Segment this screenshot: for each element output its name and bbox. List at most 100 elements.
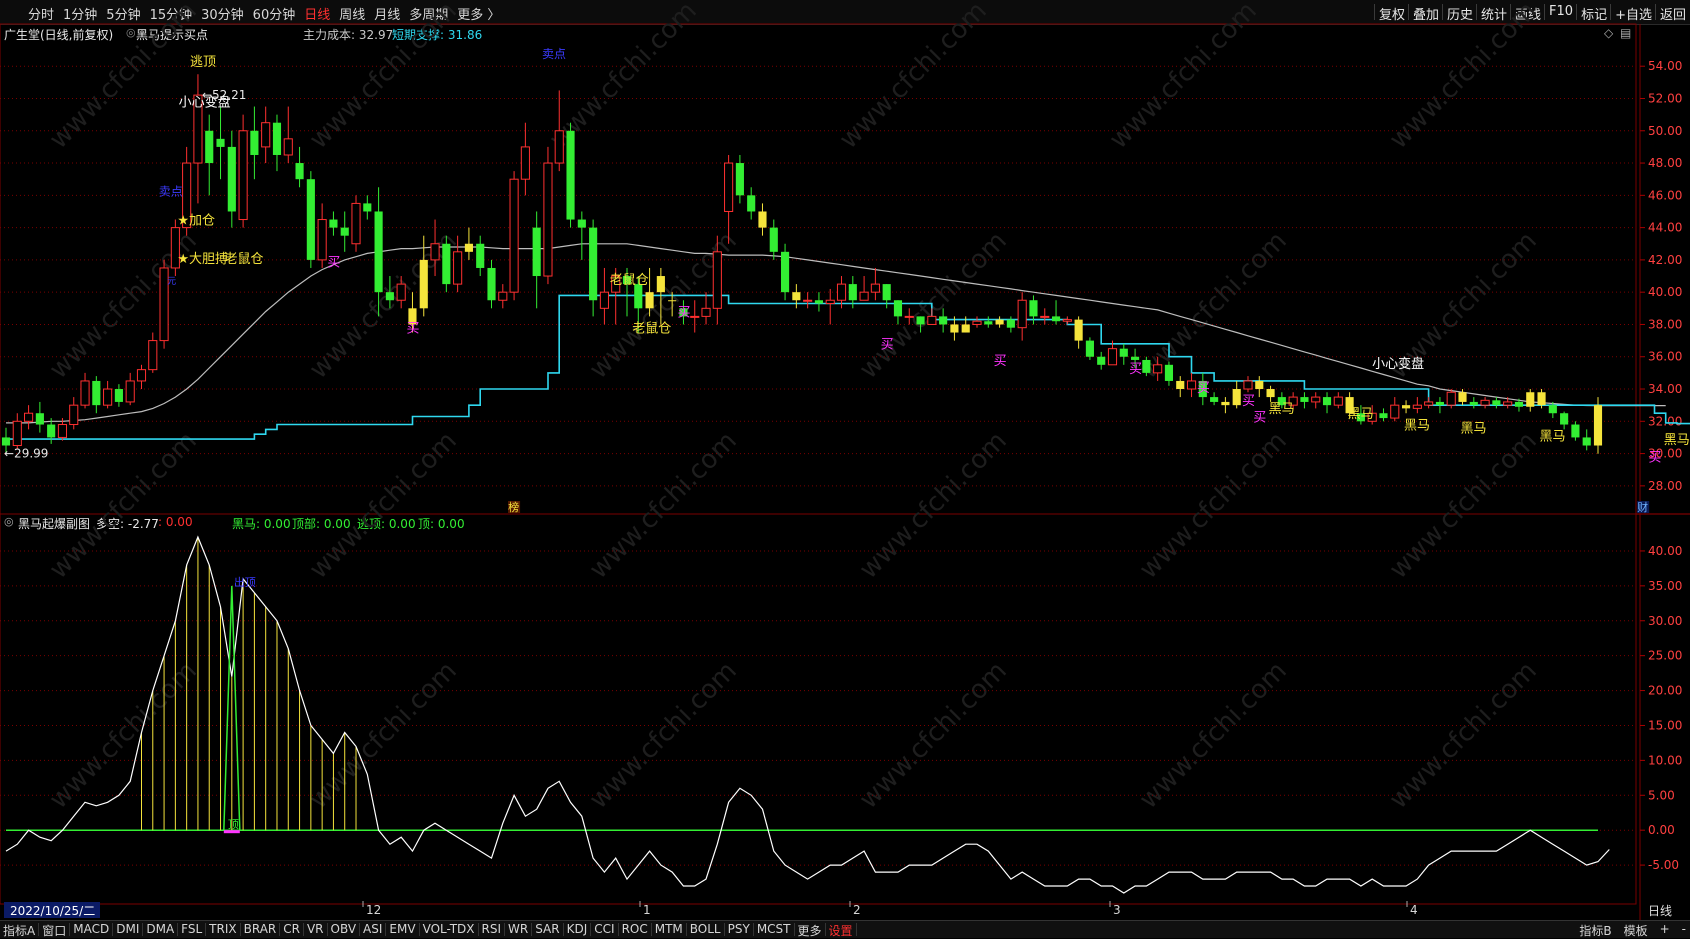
candle-body (419, 259, 428, 309)
tab-separator (279, 923, 281, 936)
tab-separator (239, 923, 241, 936)
indicator-tab-15[interactable]: WR (508, 922, 528, 936)
candle-body (1300, 397, 1309, 402)
indicator-tab-5[interactable]: FSL (181, 922, 202, 936)
candle-body (1311, 396, 1321, 403)
candle-body (1006, 319, 1015, 328)
indicator-tab-8[interactable]: CR (283, 922, 300, 936)
candle-body (1107, 348, 1118, 366)
indicator-tab-20[interactable]: MTM (655, 922, 683, 936)
annotation-heima-2: 黑马 (1404, 418, 1430, 433)
price-low-marker: ←29.99 (4, 447, 48, 461)
indicator-tab-18[interactable]: CCI (594, 922, 614, 936)
candle-body (24, 412, 34, 422)
candle-body (554, 130, 564, 164)
candle-body (814, 300, 824, 304)
indicator-tab-1[interactable]: 窗口 (42, 922, 66, 939)
price-tick-label: 50.00 (1648, 124, 1682, 138)
indicator-tab-12[interactable]: EMV (389, 922, 415, 936)
indicator-tab-24[interactable]: 更多 (798, 922, 822, 939)
indicator-tab-4[interactable]: DMA (146, 922, 174, 936)
candle-body (984, 321, 993, 325)
candle-body (599, 291, 609, 309)
annotation-xiaoxin-2: 小心变盘 (1372, 356, 1424, 372)
watermark: www.cfchi.com (834, 0, 993, 155)
annotation-laoshu-3: 老鼠仓 (632, 322, 671, 337)
candle-body (972, 320, 982, 325)
tab-separator (112, 923, 114, 936)
indicator-tick-label: -5.00 (1648, 858, 1679, 872)
candle-body (859, 291, 869, 301)
month-label: 3 (1113, 903, 1121, 917)
stock-chart[interactable]: www.cfchi.com www.cfchi.com www.cfchi.com w… (0, 0, 1690, 937)
candle-body (205, 130, 214, 164)
candle-body (1526, 392, 1535, 407)
bottom-right-button-1[interactable]: + (1660, 922, 1670, 936)
bottom-right-button-2[interactable]: 模板 (1624, 922, 1648, 939)
sub-annotation-chuding: 出顶 (234, 575, 256, 589)
tab-separator (824, 923, 826, 936)
indicator-tick-label: 30.00 (1648, 614, 1682, 628)
watermark: www.cfchi.com (584, 656, 743, 815)
candle-body (1074, 319, 1083, 341)
watermark: www.cfchi.com (854, 656, 1013, 815)
watermark: www.cfchi.com (44, 426, 203, 585)
indicator-tab-16[interactable]: SAR (535, 922, 559, 936)
tab-separator (855, 923, 857, 936)
candle-body (329, 219, 338, 228)
candle-body (1164, 364, 1174, 381)
annotation-taoding: 逃顶 (190, 55, 216, 70)
candle-body (1333, 396, 1343, 406)
tab-separator (385, 923, 387, 936)
candle-body (927, 315, 937, 325)
candle-body (589, 227, 598, 301)
price-tick-label: 54.00 (1648, 59, 1682, 73)
candle-body (566, 130, 575, 220)
candle-body (532, 227, 541, 277)
indicator-tab-22[interactable]: PSY (728, 922, 750, 936)
candle-body (950, 324, 959, 333)
bottom-right-button-0[interactable]: - (1682, 922, 1686, 936)
indicator-tab-17[interactable]: KDJ (567, 922, 588, 936)
candle-body (1131, 356, 1140, 360)
indicator-tab-3[interactable]: DMI (116, 922, 139, 936)
indicator-tab-25[interactable]: 设置 (829, 922, 853, 939)
indicator-tab-2[interactable]: MACD (73, 922, 109, 936)
candle-body (1221, 401, 1230, 406)
indicator-tab-13[interactable]: VOL-TDX (423, 922, 475, 936)
candle-body (430, 243, 440, 261)
month-label: 2 (853, 903, 861, 917)
candle-body (1176, 380, 1185, 390)
indicator-tab-10[interactable]: OBV (331, 922, 357, 936)
tab-separator (302, 923, 304, 936)
bottom-right-button-3[interactable]: 指标B (1579, 922, 1611, 939)
candle-body (238, 130, 248, 221)
candle-body (1379, 413, 1388, 419)
candle-body (780, 251, 790, 293)
indicator-tab-9[interactable]: VR (307, 922, 324, 936)
annotation-buy-6: 买 (1197, 381, 1210, 396)
tab-separator (590, 923, 592, 936)
tab-separator (793, 923, 795, 936)
price-tick-label: 36.00 (1648, 350, 1682, 364)
candle-body (1017, 299, 1027, 329)
indicator-tab-14[interactable]: RSI (482, 922, 502, 936)
price-tick-label: 38.00 (1648, 317, 1682, 331)
duokong-line (5, 535, 1610, 894)
candle-body (1266, 389, 1275, 398)
candle-body (870, 283, 880, 293)
indicator-tab-0[interactable]: 指标A (3, 922, 35, 939)
annotation-maidian-2: 卖点 (542, 47, 566, 61)
indicator-tab-11[interactable]: ASI (363, 922, 382, 936)
badge-bang: 榜 (508, 500, 519, 514)
indicator-tab-7[interactable]: BRAR (244, 922, 277, 936)
candle-body (1514, 401, 1524, 407)
indicator-tab-23[interactable]: MCST (757, 922, 791, 936)
candle-body (1412, 404, 1422, 409)
indicator-tab-19[interactable]: ROC (622, 922, 648, 936)
candle-body (216, 138, 225, 147)
candle-body (498, 291, 508, 301)
annotation-buy-1: 买 (406, 322, 419, 337)
indicator-tab-6[interactable]: TRIX (209, 922, 236, 936)
indicator-tab-21[interactable]: BOLL (690, 922, 721, 936)
